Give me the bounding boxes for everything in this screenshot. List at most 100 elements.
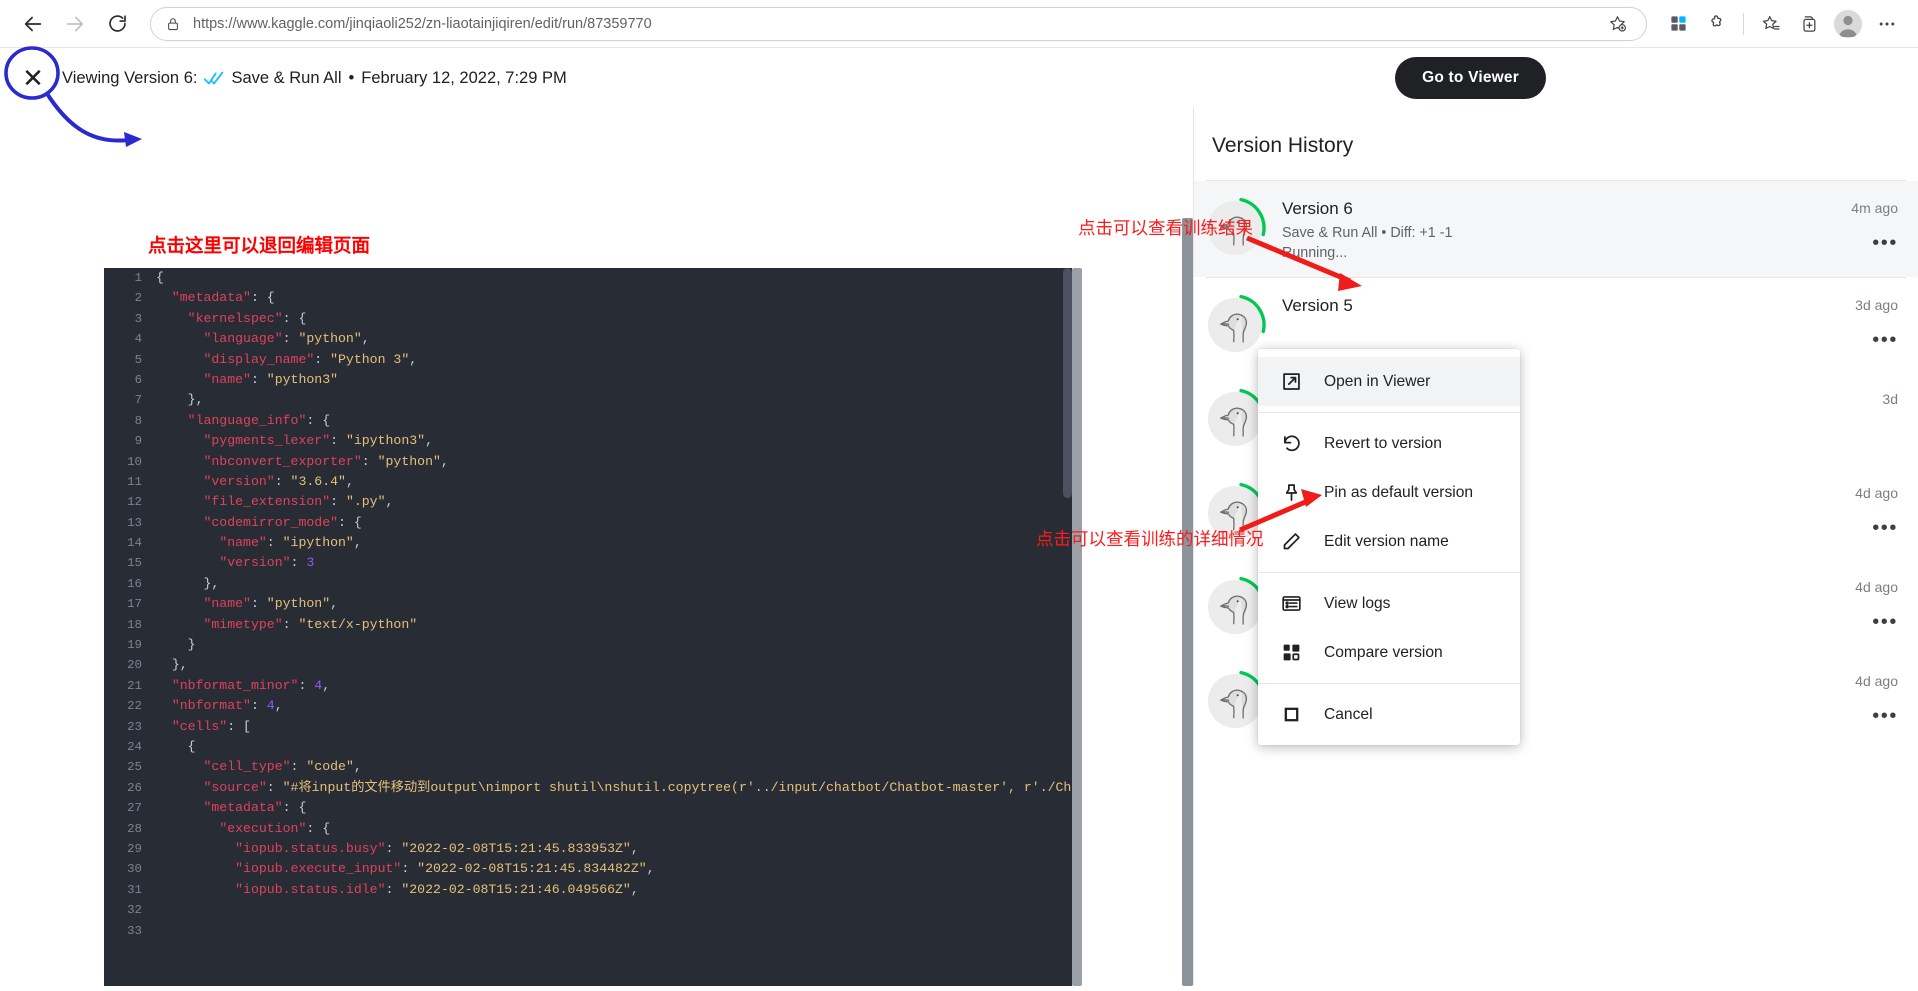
version-options-button[interactable]: ••• [1808, 330, 1898, 350]
code-line-content: "version": "3.6.4", [203, 473, 354, 489]
line-number: 3 [134, 311, 142, 326]
code-line-content: "kernelspec": { [187, 310, 307, 326]
code-line: 14 "name": "ipython", [104, 533, 1072, 553]
add-favorite-star-icon[interactable] [1600, 7, 1634, 41]
version-timestamp: 4d ago [1855, 579, 1898, 595]
line-number: 14 [127, 536, 142, 551]
address-bar[interactable]: https://www.kaggle.com/jinqiaoli252/zn-l… [150, 6, 1647, 41]
version-context-menu[interactable]: Open in Viewer Revert to version Pin as de… [1258, 349, 1520, 745]
add-tab-icon[interactable] [1792, 7, 1826, 41]
menu-item-label: Edit version name [1324, 532, 1449, 550]
version-timestamp: 3d ago [1855, 297, 1898, 313]
code-line: 2 "metadata": { [104, 288, 1072, 308]
version-options-button[interactable]: ••• [1808, 233, 1898, 253]
version-timestamp: 4d ago [1855, 485, 1898, 501]
extensions-puzzle-icon[interactable] [1699, 7, 1733, 41]
code-line-content: "version": 3 [219, 555, 315, 571]
menu-item-view-logs[interactable]: View logs [1258, 579, 1520, 628]
editor-scrollbar-thumb[interactable] [1063, 268, 1072, 498]
line-number: 19 [127, 638, 142, 653]
code-line: 21 "nbformat_minor": 4, [104, 676, 1072, 696]
line-number: 24 [127, 739, 142, 754]
kernel-version-header: ✕ Viewing Version 6: Save & Run All • Fe… [0, 48, 1918, 108]
code-line-content: "cells": [ [171, 718, 251, 734]
code-line: 31 "iopub.status.idle": "2022-02-08T15:2… [104, 880, 1072, 900]
forward-button[interactable] [56, 5, 94, 43]
version-options-button[interactable]: ••• [1808, 706, 1898, 726]
line-number: 21 [127, 678, 142, 693]
version-options-button[interactable]: ••• [1808, 518, 1898, 538]
menu-item-open-in-viewer[interactable]: Open in Viewer [1258, 357, 1520, 406]
version-avatar [1204, 576, 1266, 638]
more-options-icon[interactable] [1870, 7, 1904, 41]
menu-item-label: View logs [1324, 594, 1391, 612]
profile-avatar-icon[interactable] [1834, 9, 1862, 38]
code-line: 11 "version": "3.6.4", [104, 472, 1072, 492]
annotation-exit-edit-text: 点击这里可以退回编辑页面 [148, 235, 371, 256]
version-meta: 4m ago ••• [1808, 197, 1904, 253]
code-line: 28 "execution": { [104, 819, 1072, 839]
reload-icon [108, 15, 126, 32]
line-number: 32 [127, 903, 142, 918]
code-line: 13 "codemirror_mode": { [104, 513, 1072, 533]
notebook-json-editor[interactable]: 1{2 "metadata": {3 "kernelspec": {4 "lan… [104, 268, 1072, 986]
code-line-content: "name": "python3" [203, 371, 339, 387]
logs-list-icon [1280, 593, 1302, 615]
editor-vertical-scrollbar[interactable] [1063, 268, 1072, 986]
close-version-view-button[interactable]: ✕ [18, 63, 48, 93]
menu-item-cancel[interactable]: Cancel [1258, 690, 1520, 739]
version-name: Version 5 [1282, 296, 1353, 315]
version-timestamp: February 12, 2022, 7:29 PM [361, 68, 567, 87]
version-timestamp: 3d [1882, 391, 1898, 407]
code-line: 22 "nbformat": 4, [104, 696, 1072, 716]
code-line: 6 "name": "python3" [104, 370, 1072, 390]
line-number: 30 [127, 862, 142, 877]
version-meta: 4d ago ••• [1808, 670, 1904, 726]
code-line: 1{ [104, 268, 1072, 288]
line-number: 8 [134, 413, 142, 428]
code-line: 33 [104, 921, 1072, 941]
go-to-viewer-button[interactable]: Go to Viewer [1395, 57, 1546, 99]
code-line-content: "nbconvert_exporter": "python", [203, 453, 449, 469]
header-separator: • [348, 68, 355, 87]
code-line: 20 }, [104, 655, 1072, 675]
reload-button[interactable] [98, 5, 136, 43]
back-arrow-icon [24, 16, 42, 31]
code-line-content: "metadata": { [203, 800, 307, 816]
version-progress-ring [1204, 294, 1266, 356]
double-check-icon [204, 71, 224, 86]
version-avatar [1204, 294, 1266, 356]
version-history-title: Version History [1212, 134, 1354, 157]
menu-item-revert-to-version[interactable]: Revert to version [1258, 419, 1520, 468]
version-progress-ring [1204, 670, 1266, 732]
favorites-list-icon[interactable] [1754, 7, 1788, 41]
version-row[interactable]: Version 6 Save & Run All • Diff: +1 -1 Run… [1194, 181, 1918, 277]
pin-icon [1280, 482, 1302, 504]
back-button[interactable] [14, 5, 52, 43]
menu-item-label: Open in Viewer [1324, 372, 1431, 390]
version-info: Version 5 [1282, 294, 1808, 322]
page-scrollbar[interactable] [1182, 218, 1193, 986]
menu-item-compare-version[interactable]: Compare version [1258, 628, 1520, 677]
version-info: Version 6 Save & Run All • Diff: +1 -1 Run… [1282, 197, 1808, 261]
line-number: 27 [127, 801, 142, 816]
version-options-button[interactable]: ••• [1808, 612, 1898, 632]
line-number: 6 [134, 372, 142, 387]
line-number: 18 [127, 617, 142, 632]
menu-divider [1258, 572, 1520, 573]
menu-item-edit-version-name[interactable]: Edit version name [1258, 517, 1520, 566]
code-line: 32 [104, 900, 1072, 920]
line-number: 16 [127, 576, 142, 591]
line-number: 11 [127, 474, 142, 489]
code-line-content: "iopub.execute_input": "2022-02-08T15:21… [235, 861, 655, 877]
menu-item-pin-as-default-version[interactable]: Pin as default version [1258, 468, 1520, 517]
line-number: 13 [127, 515, 142, 530]
code-line-content: "name": "ipython", [219, 535, 362, 551]
code-line-content: "file_extension": ".py", [203, 494, 394, 510]
open-external-icon [1280, 371, 1302, 393]
collections-icon[interactable] [1661, 7, 1695, 41]
line-number: 26 [127, 780, 142, 795]
editor-outer-scrollbar[interactable] [1072, 268, 1082, 986]
code-line-content: "iopub.status.idle": "2022-02-08T15:21:4… [235, 881, 639, 897]
line-number: 1 [134, 271, 142, 285]
